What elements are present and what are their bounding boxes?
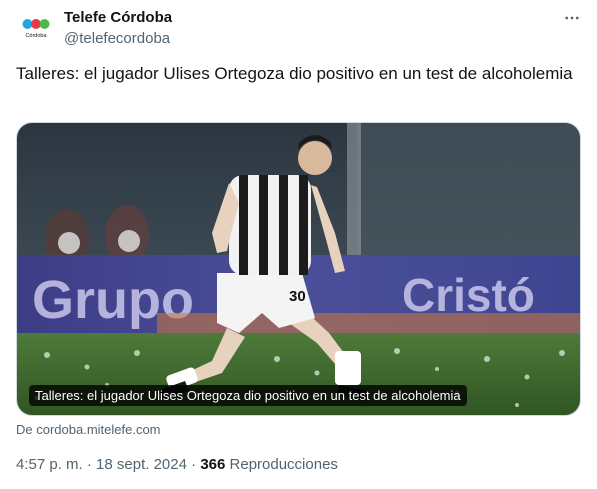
more-options-button[interactable]	[560, 6, 584, 30]
meta-separator: ·	[86, 456, 92, 473]
tweet-date[interactable]: 18 sept. 2024	[96, 456, 187, 473]
more-horizontal-icon	[565, 16, 579, 20]
telefe-logo-icon: Córdoba	[22, 19, 50, 39]
author-handle[interactable]: @telefecordoba	[64, 30, 170, 47]
tweet-time[interactable]: 4:57 p. m.	[16, 456, 83, 473]
author-avatar[interactable]: Córdoba	[16, 8, 56, 48]
jersey-number: 30	[289, 288, 306, 305]
views-count: 366	[200, 456, 226, 473]
tweet-text: Talleres: el jugador Ulises Ortegoza dio…	[16, 64, 573, 83]
source-link[interactable]: De cordoba.mitelefe.com	[16, 422, 161, 437]
football-player-photo: Grupo Cristó 30	[17, 123, 580, 415]
tweet-card: Córdoba Telefe Córdoba @telefecordoba Ta…	[0, 0, 597, 489]
media-card[interactable]: Grupo Cristó 30	[16, 122, 581, 416]
views-label: Reproducciones	[229, 456, 338, 473]
author-display-name[interactable]: Telefe Córdoba	[64, 9, 172, 26]
meta-separator-2: ·	[191, 456, 197, 473]
logo-dot-green	[39, 19, 50, 29]
avatar-label: Córdoba	[25, 33, 47, 39]
media-headline-overlay[interactable]: Talleres: el jugador Ulises Ortegoza dio…	[29, 385, 467, 406]
tweet-meta: 4:57 p. m. · 18 sept. 2024 · 366 Reprodu…	[16, 456, 338, 473]
